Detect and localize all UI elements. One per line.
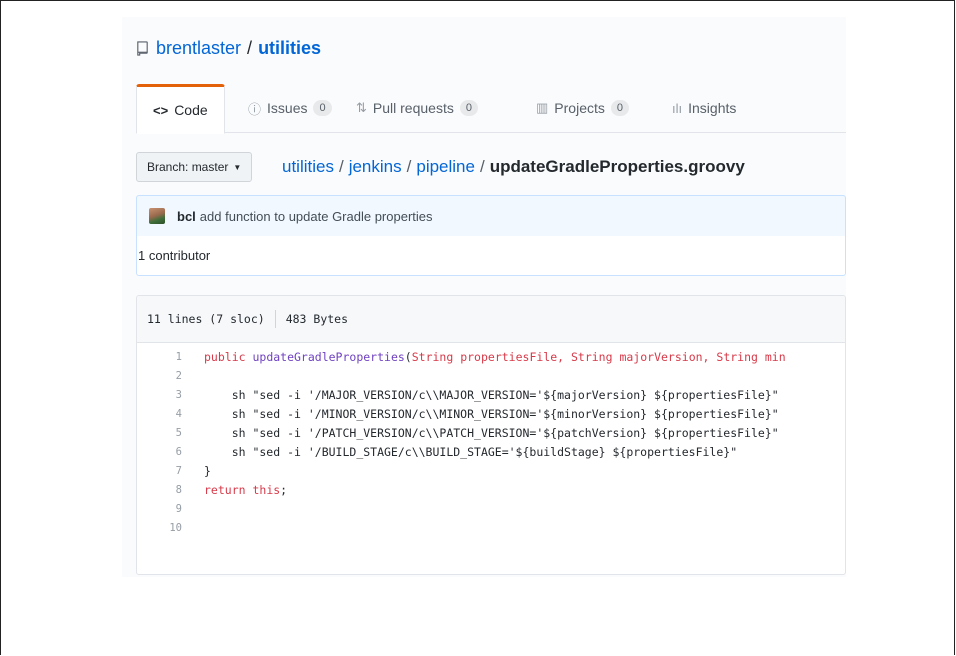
breadcrumb: utilities / jenkins / pipeline / updateGradleP… [282, 157, 745, 177]
issue-icon: ⓘ [248, 101, 262, 117]
issues-counter: 0 [313, 100, 332, 116]
line-content: sh "sed -i '/BUILD_STAGE/c\\BUILD_STAGE=… [204, 445, 738, 459]
line-number[interactable]: 5 [137, 424, 204, 443]
breadcrumb-separator: / [406, 157, 412, 176]
line-content: return this; [204, 483, 288, 497]
line-number[interactable]: 4 [137, 405, 204, 424]
code-line: 6 sh "sed -i '/BUILD_STAGE/c\\BUILD_STAG… [137, 443, 845, 462]
line-number[interactable]: 8 [137, 481, 204, 500]
code-listing: 1 public updateGradleProperties(String p… [137, 343, 845, 538]
github-page: brentlaster / utilities <> Code ⓘ Issues… [122, 17, 846, 577]
line-content: sh "sed -i '/PATCH_VERSION/c\\PATCH_VERS… [204, 426, 779, 440]
repo-icon [137, 41, 148, 56]
line-content: } [204, 464, 211, 478]
tab-projects[interactable]: ▥ Projects 0 [536, 84, 629, 132]
pull-request-icon: ⇅ [356, 100, 367, 115]
projects-counter: 0 [610, 100, 629, 116]
pull-requests-counter: 0 [459, 100, 478, 116]
repo-title: brentlaster / utilities [136, 38, 321, 59]
breadcrumb-pipeline-link[interactable]: pipeline [416, 157, 475, 176]
line-number[interactable]: 1 [137, 348, 204, 367]
breadcrumb-jenkins-link[interactable]: jenkins [349, 157, 402, 176]
code-icon: <> [153, 102, 169, 118]
tab-pull-requests[interactable]: ⇅ Pull requests 0 [356, 84, 478, 132]
tab-insights[interactable]: ılı Insights [672, 84, 736, 132]
code-line: 2 [137, 367, 845, 386]
code-line: 8 return this; [137, 481, 845, 500]
repo-nav-tabs: <> Code ⓘ Issues 0 ⇅ Pull requests 0 ▥ P… [136, 84, 846, 134]
tab-code-label: Code [174, 102, 208, 118]
projects-icon: ▥ [536, 100, 549, 115]
tab-pull-requests-label: Pull requests [372, 100, 454, 116]
line-content: sh "sed -i '/MINOR_VERSION/c\\MINOR_VERS… [204, 407, 779, 421]
tab-insights-label: Insights [688, 100, 737, 116]
breadcrumb-utilities-link[interactable]: utilities [282, 157, 334, 176]
contributors-count[interactable]: 1 contributor [137, 248, 210, 263]
repo-separator: / [247, 38, 253, 58]
breadcrumb-separator: / [338, 157, 344, 176]
code-line: 1 public updateGradleProperties(String p… [137, 348, 845, 367]
breadcrumb-separator: / [479, 157, 485, 176]
branch-label: Branch: master [147, 160, 229, 174]
line-content: public updateGradleProperties(String pro… [204, 350, 786, 364]
contributors-bar: 1 contributor [136, 236, 846, 276]
file-box: 11 lines (7 sloc) 483 Bytes 1 public upd… [136, 295, 846, 575]
repo-name-link[interactable]: utilities [258, 38, 321, 59]
branch-select-button[interactable]: Branch: master ▼ [136, 152, 253, 182]
line-number[interactable]: 7 [137, 462, 204, 481]
line-number[interactable]: 9 [137, 500, 204, 519]
breadcrumb-file-name: updateGradleProperties.groovy [489, 157, 745, 176]
line-content: sh "sed -i '/MAJOR_VERSION/c\\MAJOR_VERS… [204, 388, 779, 402]
line-number[interactable]: 3 [137, 386, 204, 405]
commit-author-link[interactable]: bcl [177, 209, 196, 224]
code-line: 4 sh "sed -i '/MINOR_VERSION/c\\MINOR_VE… [137, 405, 845, 424]
line-number[interactable]: 6 [137, 443, 204, 462]
latest-commit-bar: bcl add function to update Gradle proper… [136, 195, 846, 237]
tab-issues[interactable]: ⓘ Issues 0 [248, 84, 332, 132]
insights-icon: ılı [672, 100, 683, 116]
repo-owner-link[interactable]: brentlaster [156, 38, 241, 59]
line-number[interactable]: 10 [137, 519, 204, 538]
commit-message-link[interactable]: add function to update Gradle properties [200, 209, 433, 224]
file-line-count: 11 lines (7 sloc) [147, 312, 265, 326]
tab-code[interactable]: <> Code [136, 84, 225, 134]
code-line: 5 sh "sed -i '/PATCH_VERSION/c\\PATCH_VE… [137, 424, 845, 443]
code-line: 10 [137, 519, 845, 538]
tab-issues-label: Issues [267, 100, 308, 116]
file-header: 11 lines (7 sloc) 483 Bytes [137, 296, 845, 343]
avatar[interactable] [149, 208, 165, 224]
tab-projects-label: Projects [554, 100, 605, 116]
file-size: 483 Bytes [285, 312, 349, 326]
header-divider [274, 310, 276, 328]
code-line: 9 [137, 500, 845, 519]
code-line: 3 sh "sed -i '/MAJOR_VERSION/c\\MAJOR_VE… [137, 386, 845, 405]
caret-down-icon: ▼ [233, 162, 242, 172]
code-line: 7 } [137, 462, 845, 481]
line-number[interactable]: 2 [137, 367, 204, 386]
